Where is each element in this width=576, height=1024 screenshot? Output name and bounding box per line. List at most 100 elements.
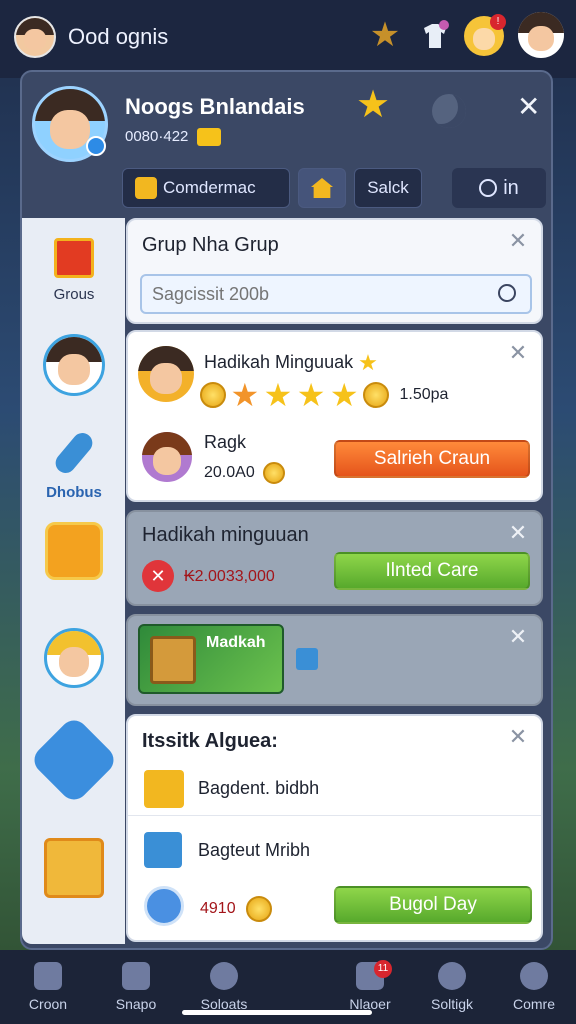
nav-item-snapo[interactable]: Snapo	[96, 958, 176, 1012]
app-title: Ood ognis	[68, 24, 169, 49]
bugol-day-button[interactable]: Bugol Day	[334, 886, 532, 924]
close-icon[interactable]: ✕	[507, 342, 529, 364]
star-icon: ★	[230, 377, 260, 413]
compass-icon	[144, 886, 184, 926]
top-bar: Ood ognis ★ !	[0, 0, 576, 78]
reward-card: Hadikah Minguuak ★ ✕ ★ ★ ★ ★ 1.50pa Ragk…	[126, 330, 543, 502]
panel-tabs: Comdermac Salck in	[122, 168, 546, 208]
banner-card: Madkah ✕	[126, 614, 543, 706]
capsule-icon	[51, 428, 97, 478]
nav-item-comre[interactable]: Comre	[494, 958, 574, 1012]
profile-avatar[interactable]	[518, 12, 564, 58]
ilnted-care-button[interactable]: Ilnted Care	[334, 552, 530, 590]
sidebar-item-dhobus[interactable]: Dhobus	[32, 428, 116, 501]
envelope-icon[interactable]	[196, 128, 221, 147]
shop-icon	[122, 962, 150, 990]
nav-label: Soltigk	[430, 996, 474, 1012]
crate-icon	[150, 636, 196, 684]
rank-label: Ragk	[204, 432, 247, 452]
list-card-title: Itssitk Alguea:	[142, 730, 278, 752]
reward-stars-row: ★ ★ ★ ★ 1.50pa	[200, 377, 448, 413]
notification-badge: !	[490, 14, 506, 30]
group-search-field[interactable]	[140, 274, 532, 314]
sidebar-item-label: Dhobus	[46, 484, 102, 501]
close-icon[interactable]: ✕	[507, 230, 529, 252]
banner-image: Madkah	[138, 624, 284, 694]
salrieh-craun-button[interactable]: Salrieh Craun	[334, 440, 530, 478]
nav-item-croon[interactable]: Croon	[8, 958, 88, 1012]
tab-home[interactable]	[298, 168, 346, 208]
reward-card-title: Hadikah Minguuak ★	[204, 348, 378, 378]
box-icon	[296, 648, 318, 670]
tab-label: Salck	[367, 178, 409, 197]
player-code-text: 0080·422	[125, 128, 189, 145]
list-item-label: Bagteut Mribh	[198, 840, 311, 860]
close-icon[interactable]: ✕	[507, 626, 529, 648]
nav-item-soloats[interactable]: Soloats	[184, 958, 264, 1012]
sidebar: Grous Dhobus	[22, 218, 125, 944]
coin-icon	[263, 462, 286, 484]
sidebar-item-player[interactable]	[32, 628, 116, 688]
nav-label: Croon	[28, 996, 68, 1012]
sidebar-item-settings[interactable]	[28, 714, 120, 806]
user-icon	[438, 962, 466, 990]
star-icon[interactable]: ★	[366, 16, 404, 54]
profile-icon	[520, 962, 548, 990]
list-value-row: 4910	[200, 896, 273, 922]
reward-avatar	[138, 346, 194, 402]
list-item[interactable]: Bagteut Mribh	[128, 824, 541, 876]
sidebar-item-friend[interactable]	[32, 334, 116, 396]
cancel-icon: ✕	[142, 560, 174, 592]
tab-in[interactable]: in	[452, 168, 546, 208]
star-icon: ★	[263, 377, 293, 413]
friend-avatar-icon	[43, 334, 105, 396]
toggle-icon	[479, 179, 498, 197]
player-name: Noogs Bnlandais	[125, 94, 305, 119]
tab-comdermac[interactable]: Comdermac	[122, 168, 290, 208]
weekly-card: Hadikah minguuan ✕ ✕ ₭2.0033,000 Ilnted …	[126, 510, 543, 606]
present-icon	[44, 838, 104, 898]
tab-salck[interactable]: Salck	[354, 168, 422, 208]
search-input[interactable]	[152, 282, 482, 306]
group-card: Grup Nha Grup ✕	[126, 218, 543, 324]
list-item[interactable]: Bagdent. bidbh	[128, 764, 541, 816]
chest-icon	[144, 770, 184, 808]
coin-icon	[363, 382, 390, 408]
close-panel-icon[interactable]: ✕	[517, 93, 540, 121]
sidebar-item-rewards[interactable]	[32, 522, 116, 580]
tab-label: Comdermac	[163, 178, 256, 197]
star-icon: ★	[329, 377, 359, 413]
star-icon: ★	[296, 377, 326, 413]
search-icon[interactable]	[498, 284, 516, 302]
user-avatar[interactable]	[14, 16, 56, 58]
close-icon[interactable]: ✕	[507, 726, 529, 748]
tab-label: in	[503, 176, 519, 199]
profile-panel: Noogs Bnlandais 0080·422 ★ ✕ Comdermac S…	[20, 70, 553, 950]
gold-box-icon	[45, 522, 103, 580]
star-icon: ★	[358, 350, 378, 375]
favorite-star-icon[interactable]: ★	[356, 86, 390, 124]
content-area: Grup Nha Grup ✕ Hadikah Minguuak ★ ✕ ★ ★…	[122, 218, 547, 944]
home-indicator[interactable]	[182, 1010, 372, 1015]
rank-avatar	[142, 432, 192, 482]
bottom-navbar: Croon Snapo Soloats Nlaoer 11 Soltigk Co…	[0, 950, 576, 1024]
gift-box-icon	[54, 238, 94, 278]
nav-badge: 11	[374, 960, 392, 978]
player-code: 0080·422	[125, 128, 221, 147]
close-icon[interactable]: ✕	[507, 522, 529, 544]
sidebar-item-gift[interactable]	[32, 838, 116, 898]
list-card: Itssitk Alguea: ✕ Bagdent. bidbh Bagteut…	[126, 714, 543, 942]
chat-icon	[210, 962, 238, 990]
sidebar-item-label: Grous	[53, 286, 95, 303]
sidebar-item-groups[interactable]: Grous	[32, 238, 116, 303]
moon-icon[interactable]	[432, 94, 466, 128]
nav-label: Snapo	[115, 996, 157, 1012]
player-avatar-icon	[44, 628, 104, 688]
shirt-icon[interactable]	[416, 16, 454, 54]
reward-title-text: Hadikah Minguuak	[204, 351, 354, 372]
nav-item-nlaoer[interactable]: Nlaoer	[330, 958, 410, 1012]
rank-value-row: 20.0A0	[204, 462, 286, 484]
list-value: 4910	[200, 900, 236, 918]
banner-title: Madkah	[206, 634, 266, 651]
nav-item-soltigk[interactable]: Soltigk	[412, 958, 492, 1012]
